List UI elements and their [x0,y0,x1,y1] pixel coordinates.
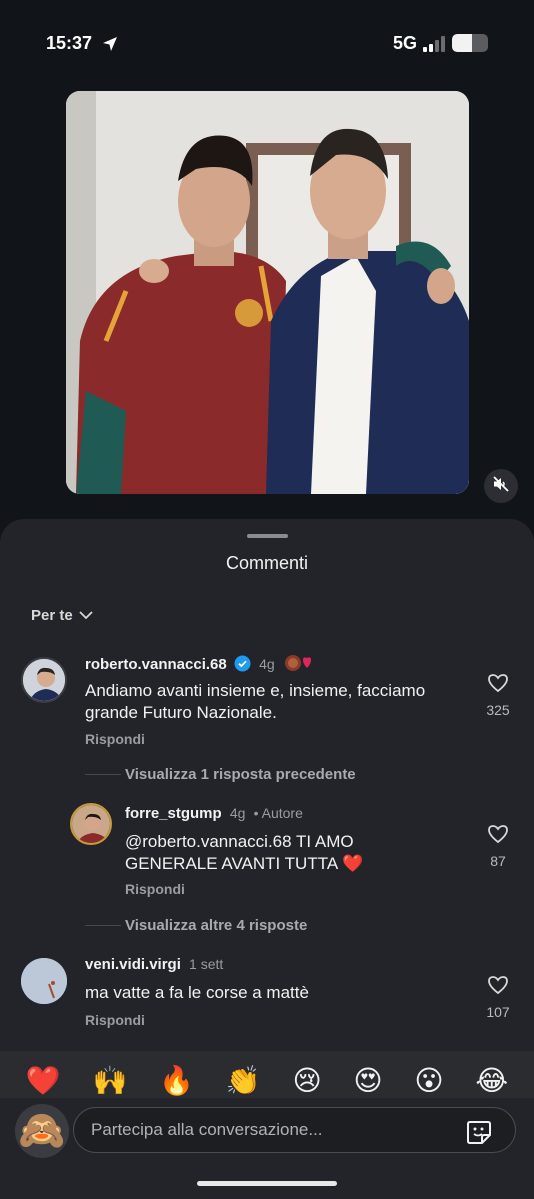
comment-text: ma vatte a fa le corse a mattè [85,982,465,1004]
mute-button[interactable] [484,469,518,503]
reply-button[interactable]: Rispondi [85,731,145,747]
like-button[interactable]: 87 [478,824,518,869]
view-more-replies-link[interactable]: Visualizza altre 4 risposte [125,917,307,934]
reply-button[interactable]: Rispondi [85,1012,145,1028]
comment-text: @roberto.vannacci.68 TI AMO GENERALE AVA… [125,831,465,875]
avatar[interactable] [70,803,112,845]
emoji-button-surprised[interactable]: 😮 [414,1067,443,1095]
network-type: 5G [393,33,418,53]
sort-dropdown[interactable]: Per te [31,607,93,624]
comment-username[interactable]: forre_stgump [125,805,222,822]
sheet-title: Commenti [225,553,309,573]
comment-text-line: ma vatte a fa le corse a mattè [85,983,309,1002]
emoji-button-heart[interactable]: ❤️ [26,1067,61,1095]
comment-header: veni.vidi.virgi 1 sett [85,956,223,973]
liked-by-author-icon [283,654,313,676]
status-bar: 15:37 5G [0,0,534,88]
like-count: 107 [486,1004,510,1020]
comment-username[interactable]: roberto.vannacci.68 [85,656,227,673]
comment-time: 1 sett [189,956,224,972]
location-arrow-icon [101,35,119,58]
comment-text-line: @roberto.vannacci.68 TI AMO [125,832,354,851]
sort-label: Per te [31,607,73,624]
status-time: 15:37 [46,33,93,53]
comment-username[interactable]: veni.vidi.virgi [85,956,181,973]
like-count: 87 [490,853,506,869]
heart-outline-icon [487,976,509,999]
comment-header: forre_stgump 4g • Autore [125,805,303,822]
my-avatar: 🙈 [15,1104,69,1158]
speaker-muted-icon [492,475,510,498]
author-tag: • Autore [253,805,303,821]
comment-input-box[interactable] [73,1107,516,1153]
emoji-button-fire[interactable]: 🔥 [159,1067,194,1095]
view-previous-replies-link[interactable]: Visualizza 1 risposta precedente [125,766,356,783]
post-photo[interactable] [66,91,469,494]
like-button[interactable]: 107 [478,975,518,1020]
avatar[interactable] [21,657,67,703]
like-button[interactable]: 325 [478,673,518,718]
comment-time: 4g [229,805,246,821]
comment-text: Andiamo avanti insieme e, insieme, facci… [85,680,465,724]
avatar[interactable] [21,958,67,1004]
comment-text-line: grande Futuro Nazionale. [85,703,277,722]
emoji-button-raised-hands[interactable]: 🙌 [93,1067,128,1095]
battery-level [452,34,472,52]
emoji-button-heart-eyes[interactable]: 😍 [353,1067,382,1095]
reply-button[interactable]: Rispondi [125,881,185,897]
chevron-down-icon [79,607,93,624]
thread-divider [85,925,121,926]
comment-input[interactable] [91,1108,451,1152]
comment-text-line: GENERALE AVANTI TUTTA ❤️ [125,854,364,873]
comment-header: roberto.vannacci.68 4g [85,654,313,676]
sticker-icon[interactable] [465,1118,493,1151]
signal-icon [423,36,447,57]
comment-composer: 🙈 [0,1098,534,1168]
battery-icon [452,34,488,52]
emoji-button-clap[interactable]: 👏 [226,1067,261,1095]
comment-time: 4g [259,656,275,672]
home-indicator[interactable] [197,1181,337,1186]
emoji-button-laugh[interactable]: 😂 [475,1067,508,1095]
sheet-drag-handle[interactable] [247,534,288,538]
like-count: 325 [486,702,510,718]
heart-outline-icon [487,674,509,697]
comment-text-line: Andiamo avanti insieme e, insieme, facci… [85,681,426,700]
heart-outline-icon [487,825,509,848]
thread-divider [85,774,121,775]
emoji-button-cry[interactable]: 😢 [292,1067,321,1095]
verified-badge-icon [234,655,251,676]
